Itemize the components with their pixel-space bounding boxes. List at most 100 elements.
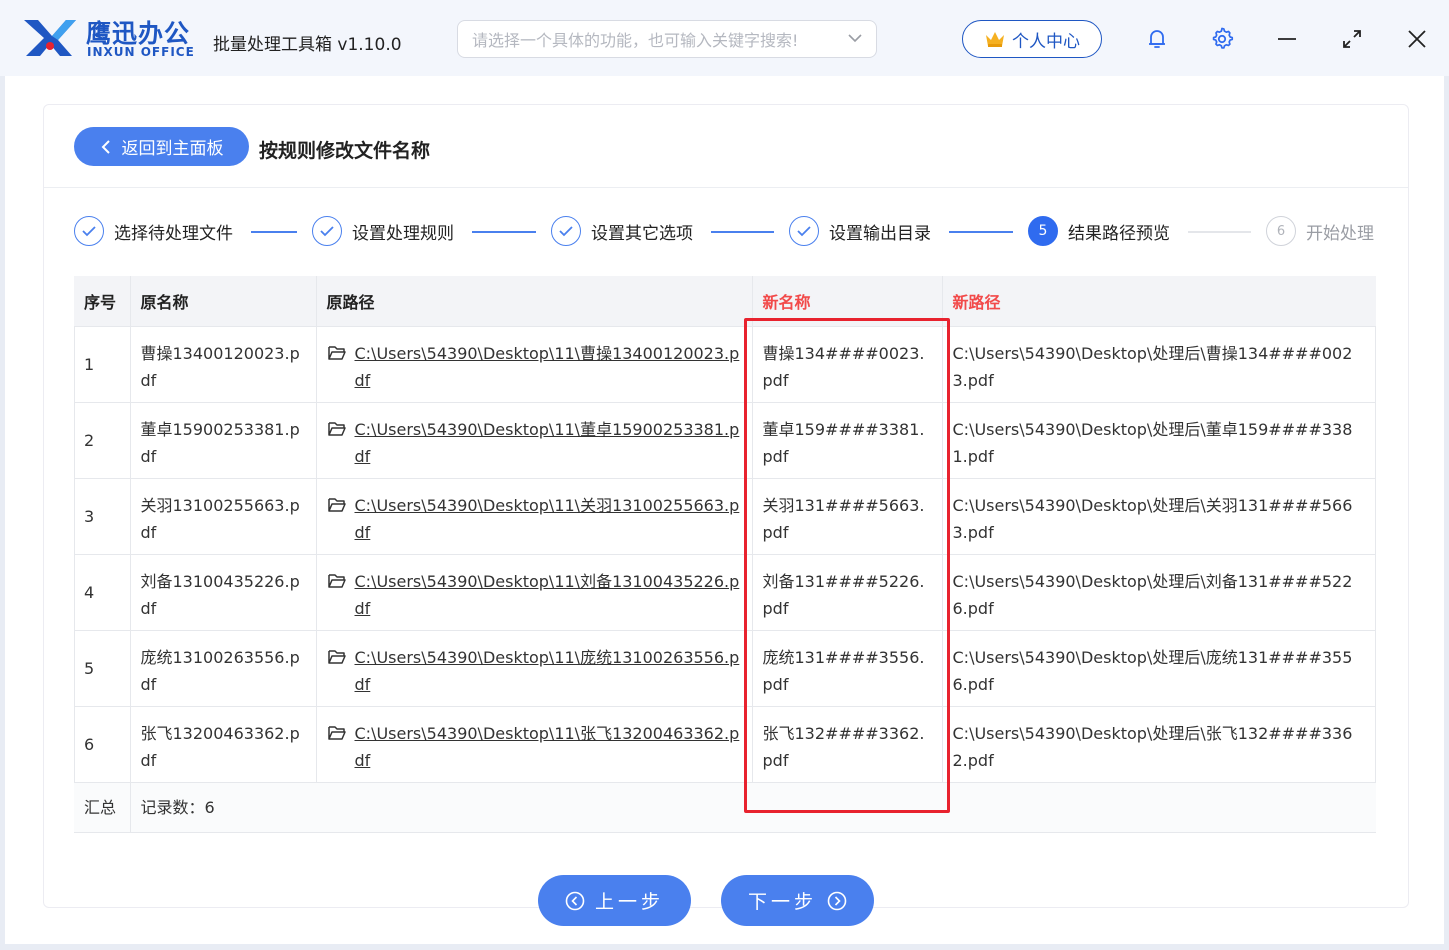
back-to-main-button[interactable]: 返回到主面板 bbox=[74, 127, 249, 166]
minimize-icon[interactable] bbox=[1275, 27, 1299, 51]
new-name-cell: 董卓159####3381.pdf bbox=[752, 402, 943, 479]
table-row: 4 刘备13100435226.pdf C:\Users\54390\Deskt… bbox=[74, 554, 1376, 631]
summary-label: 汇总 bbox=[74, 782, 131, 833]
check-icon bbox=[789, 216, 819, 246]
new-path-cell: C:\Users\54390\Desktop\处理后\曹操134####0023… bbox=[942, 326, 1376, 403]
chevron-left-circle-icon bbox=[565, 891, 585, 910]
chevron-left-icon bbox=[101, 139, 110, 154]
bell-icon[interactable] bbox=[1145, 27, 1169, 51]
folder-icon[interactable] bbox=[327, 572, 347, 590]
new-path-cell: C:\Users\54390\Desktop\处理后\刘备131####5226… bbox=[942, 554, 1376, 631]
step-label: 开始处理 bbox=[1306, 223, 1374, 244]
table-row: 3 关羽13100255663.pdf C:\Users\54390\Deskt… bbox=[74, 478, 1376, 555]
old-name-cell: 张飞13200463362.pdf bbox=[130, 706, 317, 783]
header-divider bbox=[44, 187, 1408, 188]
row-index: 1 bbox=[74, 326, 131, 403]
old-name-cell: 曹操13400120023.pdf bbox=[130, 326, 317, 403]
new-path-cell: C:\Users\54390\Desktop\处理后\庞统131####3556… bbox=[942, 630, 1376, 707]
new-name-cell: 刘备131####5226.pdf bbox=[752, 554, 943, 631]
old-path-link[interactable]: C:\Users\54390\Desktop\11\关羽13100255663.… bbox=[355, 492, 742, 546]
check-icon bbox=[551, 216, 581, 246]
prev-step-button[interactable]: 上一步 bbox=[538, 875, 691, 926]
step-set-rules[interactable]: 设置处理规则 bbox=[312, 216, 454, 246]
row-index: 4 bbox=[74, 554, 131, 631]
new-path-cell: C:\Users\54390\Desktop\处理后\董卓159####3381… bbox=[942, 402, 1376, 479]
step-connector bbox=[711, 231, 774, 233]
summary-value: 记录数：6 bbox=[130, 782, 1376, 833]
column-header: 新路径 bbox=[942, 276, 1376, 327]
step-connector bbox=[472, 231, 536, 233]
step-preview[interactable]: 5 结果路径预览 bbox=[1028, 216, 1170, 246]
step-label: 选择待处理文件 bbox=[114, 223, 233, 244]
old-name-cell: 关羽13100255663.pdf bbox=[130, 478, 317, 555]
new-name-cell: 庞统131####3556.pdf bbox=[752, 630, 943, 707]
folder-icon[interactable] bbox=[327, 420, 347, 438]
chevron-right-circle-icon bbox=[827, 891, 847, 910]
step-start[interactable]: 6 开始处理 bbox=[1266, 216, 1374, 246]
search-input[interactable] bbox=[472, 29, 842, 51]
folder-icon[interactable] bbox=[327, 724, 347, 742]
preview-table: 序号 原名称 原路径 新名称 新路径 1 曹操13400120023.pdf C… bbox=[74, 276, 1376, 833]
old-path-cell: C:\Users\54390\Desktop\11\曹操13400120023.… bbox=[316, 326, 753, 403]
step-label: 设置其它选项 bbox=[591, 223, 693, 244]
check-icon bbox=[74, 216, 104, 246]
old-path-link[interactable]: C:\Users\54390\Desktop\11\张飞13200463362.… bbox=[355, 720, 742, 774]
folder-icon[interactable] bbox=[327, 648, 347, 666]
new-path-cell: C:\Users\54390\Desktop\处理后\关羽131####5663… bbox=[942, 478, 1376, 555]
column-header: 序号 bbox=[74, 276, 131, 327]
summary-row: 汇总 记录数：6 bbox=[74, 782, 1376, 833]
new-name-cell: 关羽131####5663.pdf bbox=[752, 478, 943, 555]
column-header: 原名称 bbox=[130, 276, 317, 327]
old-path-link[interactable]: C:\Users\54390\Desktop\11\董卓15900253381.… bbox=[355, 416, 742, 470]
close-icon[interactable] bbox=[1405, 27, 1429, 51]
row-index: 5 bbox=[74, 630, 131, 707]
check-icon bbox=[312, 216, 342, 246]
step-other-options[interactable]: 设置其它选项 bbox=[551, 216, 693, 246]
folder-icon[interactable] bbox=[327, 496, 347, 514]
app-title: 批量处理工具箱 v1.10.0 bbox=[213, 35, 402, 55]
gear-icon[interactable] bbox=[1210, 27, 1234, 51]
new-name-cell: 张飞132####3362.pdf bbox=[752, 706, 943, 783]
step-label: 设置输出目录 bbox=[829, 223, 931, 244]
step-label: 设置处理规则 bbox=[352, 223, 454, 244]
old-path-link[interactable]: C:\Users\54390\Desktop\11\庞统13100263556.… bbox=[355, 644, 742, 698]
step-connector bbox=[1188, 231, 1251, 233]
old-path-cell: C:\Users\54390\Desktop\11\张飞13200463362.… bbox=[316, 706, 753, 783]
step-label: 结果路径预览 bbox=[1068, 223, 1170, 244]
window-frame-bottom bbox=[0, 944, 1449, 950]
chevron-down-icon[interactable] bbox=[846, 29, 864, 47]
next-step-label: 下一步 bbox=[747, 891, 817, 913]
row-index: 6 bbox=[74, 706, 131, 783]
page-title: 按规则修改文件名称 bbox=[259, 140, 431, 162]
row-index: 3 bbox=[74, 478, 131, 555]
personal-center-label: 个人中心 bbox=[1012, 31, 1080, 52]
title-bar: 鹰迅办公 INXUN OFFICE 批量处理工具箱 v1.10.0 个人中心 bbox=[0, 0, 1449, 76]
table-row: 6 张飞13200463362.pdf C:\Users\54390\Deskt… bbox=[74, 706, 1376, 783]
old-name-cell: 董卓15900253381.pdf bbox=[130, 402, 317, 479]
search-box[interactable] bbox=[457, 20, 877, 58]
crown-icon bbox=[986, 32, 1004, 47]
new-path-cell: C:\Users\54390\Desktop\处理后\张飞132####3362… bbox=[942, 706, 1376, 783]
window-frame-right bbox=[1444, 76, 1449, 950]
column-header: 新名称 bbox=[752, 276, 943, 327]
table-row: 5 庞统13100263556.pdf C:\Users\54390\Deskt… bbox=[74, 630, 1376, 707]
inxun-logo-icon bbox=[24, 20, 76, 56]
prev-step-label: 上一步 bbox=[594, 891, 664, 913]
table-header-row: 序号 原名称 原路径 新名称 新路径 bbox=[74, 276, 1376, 327]
folder-icon[interactable] bbox=[327, 344, 347, 362]
personal-center-button[interactable]: 个人中心 bbox=[962, 20, 1102, 58]
old-path-link[interactable]: C:\Users\54390\Desktop\11\曹操13400120023.… bbox=[355, 340, 742, 394]
old-path-link[interactable]: C:\Users\54390\Desktop\11\刘备13100435226.… bbox=[355, 568, 742, 622]
maximize-icon[interactable] bbox=[1340, 27, 1364, 51]
step-output-dir[interactable]: 设置输出目录 bbox=[789, 216, 931, 246]
back-button-label: 返回到主面板 bbox=[121, 139, 224, 159]
step-connector bbox=[949, 231, 1013, 233]
step-select-files[interactable]: 选择待处理文件 bbox=[74, 216, 233, 246]
next-step-button[interactable]: 下一步 bbox=[721, 875, 874, 926]
old-path-cell: C:\Users\54390\Desktop\11\董卓15900253381.… bbox=[316, 402, 753, 479]
step-connector bbox=[251, 231, 297, 233]
column-header: 原路径 bbox=[316, 276, 753, 327]
brand-name-en: INXUN OFFICE bbox=[87, 45, 195, 59]
old-path-cell: C:\Users\54390\Desktop\11\关羽13100255663.… bbox=[316, 478, 753, 555]
old-name-cell: 庞统13100263556.pdf bbox=[130, 630, 317, 707]
